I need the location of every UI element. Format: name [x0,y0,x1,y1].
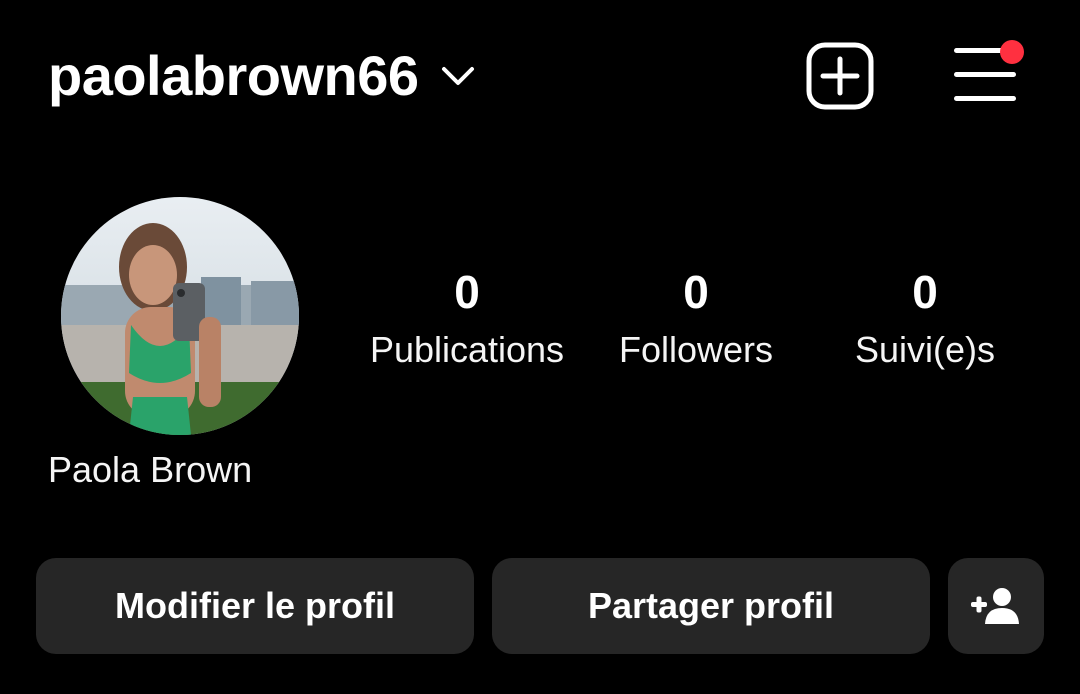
edit-profile-label: Modifier le profil [114,585,395,626]
stat-value: 0 [454,266,480,318]
display-name: Paola Brown [48,449,253,490]
stat-label: Followers [618,329,774,370]
share-profile-label: Partager profil [587,585,835,626]
new-post-button[interactable] [806,42,874,110]
notification-dot [1000,40,1024,64]
stat-value: 0 [912,266,938,318]
edit-profile-button[interactable]: Modifier le profil [36,558,474,654]
avatar[interactable] [61,197,299,435]
menu-button[interactable] [952,40,1028,110]
account-switcher[interactable]: paolabrown66 [48,44,475,108]
stat-followers[interactable]: 0 Followers [600,262,792,378]
username: paolabrown66 [48,44,419,107]
person-add-icon [971,588,1019,624]
stat-value: 0 [683,266,709,318]
stat-label: Suivi(e)s [854,329,996,370]
stat-publications[interactable]: 0 Publications [360,262,574,378]
plus-square-icon [806,42,874,110]
stat-following[interactable]: 0 Suivi(e)s [840,262,1010,378]
top-bar: paolabrown66 [0,0,1080,150]
stat-label: Publications [369,329,565,370]
chevron-down-icon [441,59,475,93]
add-user-button[interactable] [948,558,1044,654]
share-profile-button[interactable]: Partager profil [492,558,930,654]
profile-photo [61,197,299,435]
